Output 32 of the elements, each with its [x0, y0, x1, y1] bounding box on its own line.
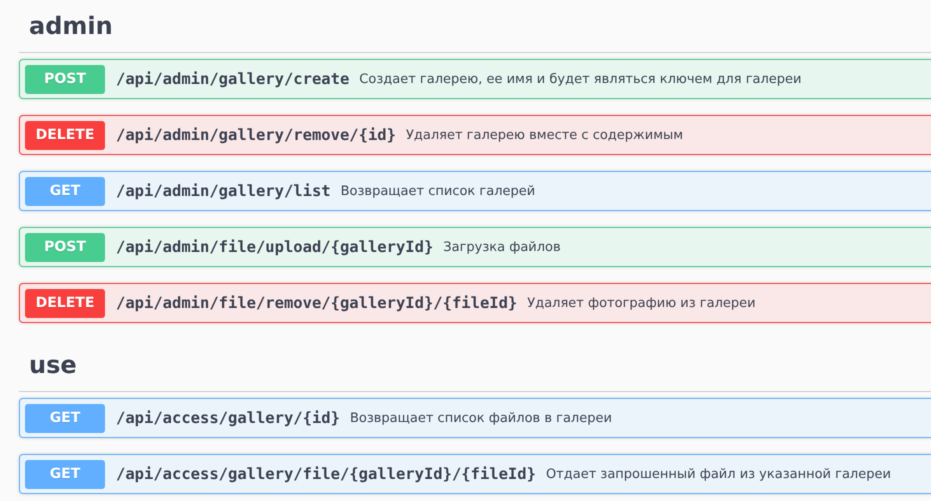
method-label: GET	[25, 460, 105, 488]
endpoint-row[interactable]: DELETE /api/admin/file/remove/{galleryId}/{fileId} Удаляет фотографию из галереи	[19, 283, 931, 323]
endpoint-row[interactable]: GET /api/admin/gallery/list Возвращает список галерей	[19, 171, 931, 211]
endpoint-row[interactable]: POST /api/admin/gallery/create Создает галерею, ее имя и будет являться ключем для галереи	[19, 59, 931, 99]
method-label: DELETE	[25, 120, 105, 150]
endpoint-row[interactable]: POST /api/admin/file/upload/{galleryId} Загрузка файлов	[19, 227, 931, 267]
method-label: POST	[25, 232, 105, 262]
endpoint-path: /api/access/gallery/file/{galleryId}/{fileId}	[116, 465, 536, 483]
endpoint-summary: Загрузка файлов	[443, 240, 561, 254]
section-header[interactable]: admin	[19, 0, 931, 53]
section-title: use	[29, 351, 77, 379]
endpoint-path: /api/access/gallery/{id}	[116, 409, 340, 427]
section-header[interactable]: use	[19, 339, 931, 392]
endpoint-row[interactable]: GET /api/access/gallery/{id} Возвращает список файлов в галереи	[19, 398, 931, 438]
section-title: admin	[29, 12, 113, 40]
endpoint-path: /api/admin/gallery/remove/{id}	[116, 126, 396, 144]
endpoint-summary: Удаляет галерею вместе с содержимым	[406, 128, 684, 142]
endpoint-path: /api/admin/gallery/list	[116, 182, 331, 200]
method-label: GET	[25, 176, 105, 206]
endpoint-path: /api/admin/gallery/create	[116, 70, 350, 88]
endpoint-row[interactable]: GET /api/access/gallery/file/{galleryId}/{fileId} Отдает запрошенный файл из указанной галереи	[19, 454, 931, 494]
method-label: DELETE	[25, 288, 105, 318]
endpoint-row[interactable]: DELETE /api/admin/gallery/remove/{id} Удаляет галерею вместе с содержимым	[19, 115, 931, 155]
endpoint-summary: Возвращает список файлов в галереи	[350, 410, 612, 426]
endpoint-summary: Создает галерею, ее имя и будет являться ключем для галереи	[359, 72, 802, 86]
method-label: POST	[25, 64, 105, 94]
method-label: GET	[25, 404, 105, 432]
endpoint-summary: Удаляет фотографию из галереи	[527, 296, 756, 310]
endpoint-summary: Отдает запрошенный файл из указанной галереи	[546, 466, 891, 482]
endpoint-path: /api/admin/file/upload/{galleryId}	[116, 238, 434, 256]
endpoint-summary: Возвращает список галерей	[340, 184, 536, 198]
endpoint-path: /api/admin/file/remove/{galleryId}/{fileId}	[116, 294, 518, 312]
